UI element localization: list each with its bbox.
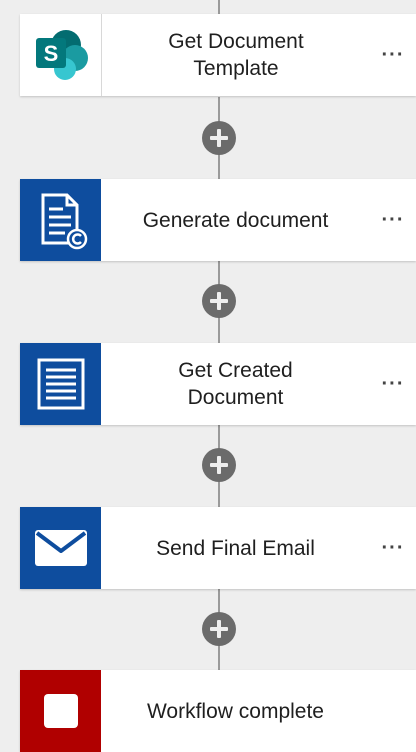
more-options-button[interactable]: ··· — [370, 14, 416, 96]
step-icon-box — [20, 507, 101, 589]
document-lines-icon — [37, 358, 84, 410]
svg-text:S: S — [43, 41, 58, 66]
step-icon-box — [20, 670, 101, 752]
add-step-button[interactable] — [202, 121, 236, 155]
sharepoint-icon: S — [35, 30, 88, 80]
step-title: Send Final Email — [156, 536, 315, 560]
more-options-button[interactable]: ··· — [370, 507, 416, 589]
step-title: Generate document — [142, 208, 329, 232]
document-generate-icon — [41, 193, 87, 250]
envelope-icon — [34, 530, 87, 566]
step-icon-box — [20, 343, 101, 425]
step-title: Get Document Template — [168, 30, 304, 80]
workflow-step-get-document-template[interactable]: S Get Document Template ··· — [20, 14, 416, 96]
workflow-step-workflow-complete[interactable]: Workflow complete — [20, 670, 416, 752]
more-options-button[interactable]: ··· — [370, 343, 416, 425]
step-title: Workflow complete — [146, 699, 324, 723]
more-options-button[interactable]: ··· — [370, 179, 416, 261]
add-step-button[interactable] — [202, 284, 236, 318]
step-icon-box — [20, 179, 101, 261]
workflow-step-send-final-email[interactable]: Send Final Email ··· — [20, 507, 416, 589]
step-title: Get Created Document — [178, 359, 293, 409]
workflow-step-get-created-document[interactable]: Get Created Document ··· — [20, 343, 416, 425]
connector-line-top — [218, 0, 220, 14]
add-step-button[interactable] — [202, 448, 236, 482]
workflow-step-generate-document[interactable]: Generate document ··· — [20, 179, 416, 261]
step-icon-box: S — [20, 14, 102, 96]
stop-square-icon — [43, 694, 78, 728]
add-step-button[interactable] — [202, 612, 236, 646]
